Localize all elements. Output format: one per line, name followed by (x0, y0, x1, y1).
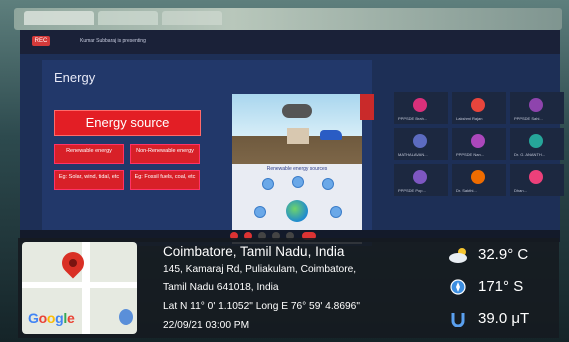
map-road (82, 242, 90, 334)
presentation-slide: Energy Energy source Renewable energy No… (42, 60, 374, 246)
solar-icon (262, 178, 274, 190)
participant-tile[interactable]: Dr. Sakthi... (452, 164, 506, 196)
avatar (471, 170, 485, 184)
heading-value: 171° S (478, 278, 524, 295)
avatar (529, 98, 543, 112)
browser-tab[interactable] (162, 11, 222, 25)
meeting-top-bar: REC Kumar Subbaraj is presenting (20, 30, 560, 54)
browser-tab[interactable] (24, 11, 94, 25)
participant-name: MATHALAVAN... (398, 152, 428, 157)
location-marker-icon (119, 309, 133, 325)
slide-title: Energy (54, 70, 96, 85)
meeting-window: REC Kumar Subbaraj is presenting Energy … (20, 30, 564, 246)
participant-name: Dhan... (514, 188, 527, 193)
participant-tile[interactable]: PPPSDE Sahi... (510, 92, 564, 124)
coordinates: Lat N 11° 0' 1.1052" Long E 76° 59' 4.86… (163, 301, 360, 312)
participant-tile[interactable]: Lakshmi Rajan (452, 92, 506, 124)
participant-tile[interactable]: PPPSDE Pop... (394, 164, 448, 196)
google-logo: Google (28, 310, 75, 326)
non-renewable-box: Non-Renewable energy (130, 144, 200, 164)
avatar (471, 134, 485, 148)
address-line-2: Tamil Nadu 641018, India (163, 282, 279, 293)
map-thumbnail: Google (22, 242, 137, 334)
slide-marker (360, 94, 374, 120)
participant-tile[interactable]: PPPSDE Brah... (394, 92, 448, 124)
participant-tile[interactable]: Dr. G. ANANTH... (510, 128, 564, 160)
participant-name: Lakshmi Rajan (456, 116, 483, 121)
map-pin-center (69, 259, 77, 267)
globe-icon (286, 200, 308, 222)
energy-illustration (232, 94, 362, 164)
participant-name: Dr. Sakthi... (456, 188, 477, 193)
participant-tile[interactable]: MATHALAVAN... (394, 128, 448, 160)
participant-tile[interactable]: PPPSDE Nan... (452, 128, 506, 160)
energy-source-box: Energy source (54, 110, 201, 136)
avatar (471, 98, 485, 112)
participant-name: Dr. G. ANANTH... (514, 152, 546, 157)
renewable-example-box: Eg: Solar, wind, tidal, etc (54, 170, 124, 190)
factory-icon (287, 128, 309, 144)
temperature-value: 32.9° C (478, 246, 529, 263)
magnet-icon (451, 313, 465, 327)
participant-name: PPPSDE Sahi... (514, 116, 543, 121)
smoke-cloud-icon (282, 104, 312, 118)
gps-overlay: Google Coimbatore, Tamil Nadu, India 145… (18, 238, 559, 338)
participant-name: PPPSDE Pop... (398, 188, 426, 193)
participant-name: PPPSDE Brah... (398, 116, 428, 121)
compass-icon (450, 279, 466, 295)
participant-name: PPPSDE Nan... (456, 152, 485, 157)
renewable-box: Renewable energy (54, 144, 124, 164)
address-line-1: 145, Kamaraj Rd, Puliakulam, Coimbatore, (163, 264, 357, 275)
browser-tab-bar (14, 8, 562, 30)
avatar (413, 134, 427, 148)
car-icon (320, 130, 342, 140)
map-road (22, 282, 137, 288)
geothermal-icon (330, 206, 342, 218)
avatar (529, 170, 543, 184)
participant-tile[interactable]: Dhan... (510, 164, 564, 196)
wind-icon (292, 176, 304, 188)
avatar (529, 134, 543, 148)
location-title: Coimbatore, Tamil Nadu, India (163, 244, 345, 259)
browser-tab[interactable] (98, 11, 158, 25)
energy-illustration-panel: Renewable energy sources (232, 94, 362, 244)
datetime: 22/09/21 03:00 PM (163, 320, 250, 331)
magnetic-value: 39.0 μT (478, 310, 530, 327)
presenting-text: Kumar Subbaraj is presenting (80, 38, 146, 44)
non-renewable-example-box: Eg: Fossil fuels, coal, etc (130, 170, 200, 190)
hydro-icon (322, 178, 334, 190)
avatar (413, 98, 427, 112)
weather-cloud-icon (449, 248, 467, 263)
tidal-icon (254, 206, 266, 218)
rec-badge: REC (32, 36, 50, 46)
renewable-sources-title: Renewable energy sources (266, 166, 328, 172)
avatar (413, 170, 427, 184)
